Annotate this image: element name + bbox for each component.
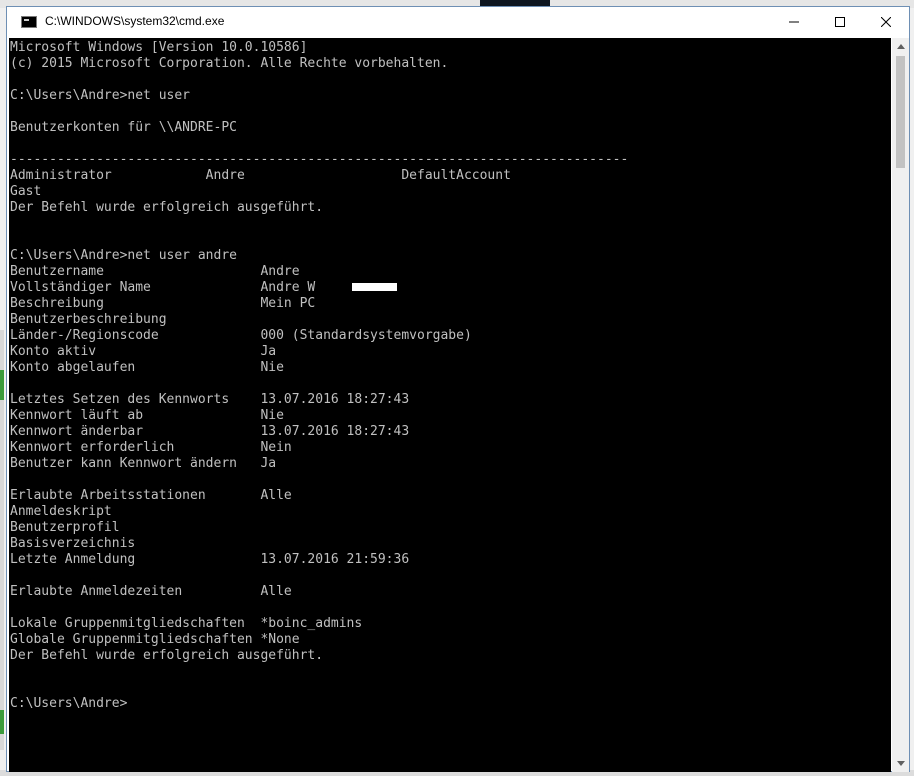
console-line: Länder-/Regionscode 000 (Standardsystemv… <box>10 328 472 343</box>
console-line: Globale Gruppenmitgliedschaften *None <box>10 632 300 647</box>
console-line: Beschreibung Mein PC <box>10 296 316 311</box>
console-line: Kennwort erforderlich Nein <box>10 440 292 455</box>
console-line: Letztes Setzen des Kennworts 13.07.2016 … <box>10 392 410 407</box>
console-line: Konto abgelaufen Nie <box>10 360 284 375</box>
scroll-up-button[interactable] <box>892 38 909 55</box>
console-line: Erlaubte Anmeldezeiten Alle <box>10 584 292 599</box>
console-line: Microsoft Windows [Version 10.0.10586] <box>10 40 308 55</box>
vertical-scrollbar[interactable] <box>892 38 909 772</box>
chevron-down-icon <box>896 761 905 766</box>
console-line: ----------------------------------------… <box>10 152 629 167</box>
background-left-strip <box>0 330 4 750</box>
close-button[interactable] <box>863 7 909 37</box>
console-line: C:\Users\Andre>net user <box>10 88 191 103</box>
redaction-box <box>352 283 397 291</box>
console-line: Der Befehl wurde erfolgreich ausgeführt. <box>10 200 324 215</box>
console-line: Kennwort läuft ab Nie <box>10 408 284 423</box>
scroll-thumb[interactable] <box>896 56 905 168</box>
background-green-block <box>0 710 4 734</box>
window-title: C:\WINDOWS\system32\cmd.exe <box>45 14 225 28</box>
console-line: Letzte Anmeldung 13.07.2016 21:59:36 <box>10 552 410 567</box>
console-line: C:\Users\Andre> <box>10 696 128 711</box>
console-line: Gast <box>10 184 42 199</box>
chevron-up-icon <box>896 44 905 49</box>
console-line: Kennwort änderbar 13.07.2016 18:27:43 <box>10 424 410 439</box>
scroll-down-button[interactable] <box>892 755 909 772</box>
close-icon <box>881 17 891 27</box>
console-line: Benutzerbeschreibung <box>10 312 167 327</box>
console-app-icon[interactable] <box>21 16 37 28</box>
maximize-button[interactable] <box>817 7 863 37</box>
console-line: Lokale Gruppenmitgliedschaften *boinc_ad… <box>10 616 363 631</box>
minimize-button[interactable] <box>771 7 817 37</box>
console-line: Konto aktiv Ja <box>10 344 277 359</box>
console-line: Benutzerprofil <box>10 520 120 535</box>
background-green-block <box>0 370 4 400</box>
console-line: Benutzername Andre <box>10 264 300 279</box>
console-line: Benutzer kann Kennwort ändern Ja <box>10 456 277 471</box>
console-text: Microsoft Windows [Version 10.0.10586] (… <box>10 40 628 712</box>
console-line: Vollständiger Name Andre W <box>10 280 316 295</box>
console-line: Erlaubte Arbeitsstationen Alle <box>10 488 292 503</box>
minimize-icon <box>789 21 799 23</box>
console-line: Basisverzeichnis <box>10 536 136 551</box>
console-output[interactable]: Microsoft Windows [Version 10.0.10586] (… <box>9 38 891 772</box>
console-line: (c) 2015 Microsoft Corporation. Alle Rec… <box>10 56 449 71</box>
console-line: C:\Users\Andre>net user andre <box>10 248 237 263</box>
console-line: Anmeldeskript <box>10 504 112 519</box>
cmd-window[interactable]: C:\WINDOWS\system32\cmd.exe Microsoft Wi… <box>6 6 910 772</box>
console-line: Benutzerkonten für \\ANDRE-PC <box>10 120 237 135</box>
title-bar[interactable]: C:\WINDOWS\system32\cmd.exe <box>7 7 909 37</box>
console-line: Administrator Andre DefaultAccount <box>10 168 511 183</box>
maximize-icon <box>835 17 845 27</box>
console-line: Der Befehl wurde erfolgreich ausgeführt. <box>10 648 324 663</box>
